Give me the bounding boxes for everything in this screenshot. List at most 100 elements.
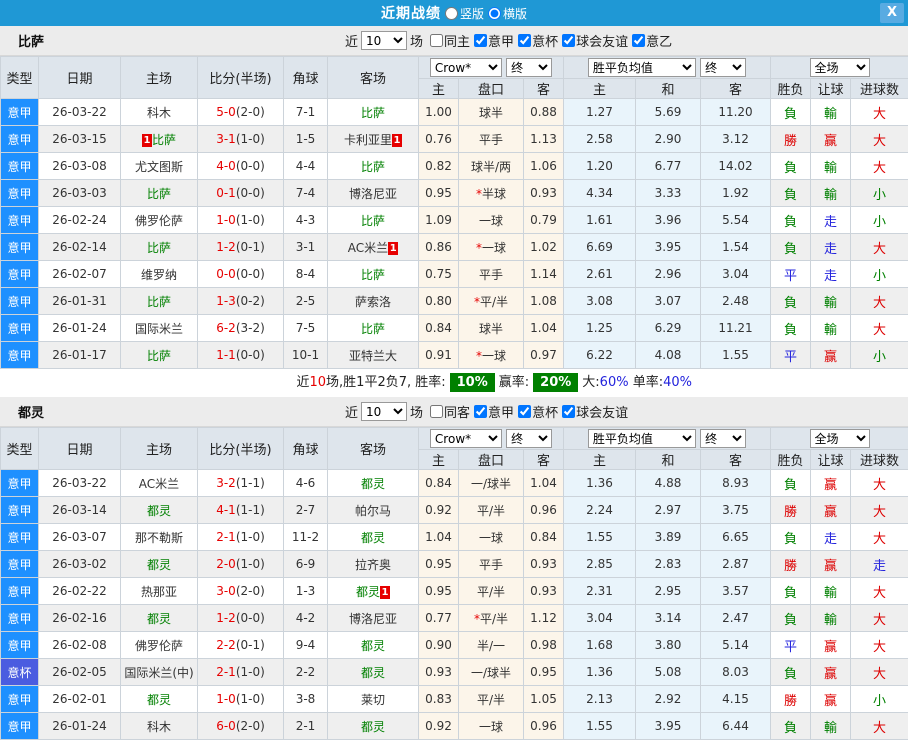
col-avg-draw: 和 <box>635 449 701 470</box>
date-cell: 26-03-14 <box>38 496 121 524</box>
handicap-label: 平/半 <box>476 503 506 518</box>
result-goals-cell: 大 <box>849 469 908 497</box>
odds-final-select[interactable]: 终 <box>506 58 553 77</box>
team-label: 都灵 <box>146 611 171 626</box>
avg-final-select[interactable]: 终 <box>700 58 747 77</box>
col-avg-away: 客 <box>700 449 771 470</box>
filter-near-label: 近 <box>345 406 359 421</box>
col-corner: 角球 <box>283 56 328 99</box>
filter-checkbox[interactable] <box>562 34 576 47</box>
result-handicap-cell: 赢 <box>810 550 851 578</box>
avg-draw-cell: 3.80 <box>635 631 701 659</box>
close-button[interactable]: X <box>880 3 904 23</box>
date-cell: 26-03-03 <box>38 179 121 207</box>
col-away: 客场 <box>327 56 419 99</box>
full-match-select[interactable]: 全场 <box>809 429 870 448</box>
match-type-cell: 意甲 <box>0 233 39 261</box>
match-type-cell: 意甲 <box>0 206 39 234</box>
result-wl-cell: 負 <box>770 152 811 180</box>
odds-home-cell: 0.80 <box>418 287 459 315</box>
match-type-cell: 意甲 <box>0 469 39 497</box>
odds-home-cell: 0.77 <box>418 604 459 632</box>
team-label: 那不勒斯 <box>134 530 183 545</box>
odds-source-select[interactable]: Crow* <box>429 58 502 77</box>
filter-option-同主[interactable]: 同主 <box>426 31 470 50</box>
result-handicap-cell: 輸 <box>810 179 851 207</box>
result-handicap-cell: 赢 <box>810 496 851 524</box>
col-away: 客场 <box>327 427 419 470</box>
team-label: 都灵 <box>146 557 171 572</box>
filter-checkbox[interactable] <box>430 405 444 418</box>
col-handicap: 盘口 <box>458 449 524 470</box>
team-label: 科木 <box>146 719 171 734</box>
avg-away-cell: 11.21 <box>700 314 771 342</box>
filter-option-球会友谊[interactable]: 球会友谊 <box>558 402 628 421</box>
filter-option-意乙[interactable]: 意乙 <box>628 31 672 50</box>
result-wl-cell: 負 <box>770 604 811 632</box>
match-row: 意甲 26-03-22 科木 5-0(2-0) 7-1 比萨 1.00 球半 0.88 1.27 5… <box>0 98 908 126</box>
handicap-label: 一球 <box>478 213 503 228</box>
odds-source-select[interactable]: Crow* <box>429 429 502 448</box>
filter-option-同客[interactable]: 同客 <box>426 402 470 421</box>
match-row: 意甲 26-03-15 1 比萨 3-1(1-0) 1-5 卡利亚里 1 0.76 平手 1.13 2… <box>0 125 908 153</box>
avg-odds-select[interactable]: 胜平负均值 <box>587 429 696 448</box>
table-header: 类型 日期 主场 比分(半场) 角球 客场 Crow* 终 胜平负均值 终 全场 <box>0 427 908 470</box>
col-avg-draw: 和 <box>635 78 701 99</box>
filter-checkbox[interactable] <box>474 34 488 47</box>
result-handicap-cell: 赢 <box>810 631 851 659</box>
odds-final-select[interactable]: 终 <box>506 429 553 448</box>
away-team-cell: 比萨 <box>327 152 419 180</box>
avg-draw-cell: 4.88 <box>635 469 701 497</box>
match-type-cell: 意甲 <box>0 604 39 632</box>
filter-checkbox[interactable] <box>474 405 488 418</box>
recent-count-select[interactable]: 10 <box>361 402 408 421</box>
odds-away-cell: 1.14 <box>523 260 564 288</box>
date-cell: 26-01-24 <box>38 314 121 342</box>
avg-home-cell: 2.61 <box>563 260 636 288</box>
result-handicap-cell: 赢 <box>810 125 851 153</box>
filter-option-球会友谊[interactable]: 球会友谊 <box>558 31 628 50</box>
filter-option-意甲[interactable]: 意甲 <box>470 402 514 421</box>
col-avg-home: 主 <box>563 449 636 470</box>
handicap-cell: 平/半 <box>458 496 524 524</box>
filter-option-意杯[interactable]: 意杯 <box>514 31 558 50</box>
avg-final-select[interactable]: 终 <box>700 429 747 448</box>
full-match-select[interactable]: 全场 <box>809 58 870 77</box>
layout-vertical-option[interactable]: 竖版 <box>444 5 484 22</box>
summary-segment: 赢率: <box>498 375 530 390</box>
match-row: 意甲 26-03-14 都灵 4-1(1-1) 2-7 帕尔马 0.92 平/半 0.96 2.2… <box>0 496 908 524</box>
team-section-bar-torino: 都灵 近 10 场 同客 意甲 意杯 球会友谊 <box>0 397 908 427</box>
result-wl-cell: 平 <box>770 260 811 288</box>
filter-option-意甲[interactable]: 意甲 <box>470 31 514 50</box>
vertical-radio[interactable] <box>444 6 458 20</box>
half-score: (1-1) <box>235 503 265 517</box>
away-team-cell: 比萨 <box>327 314 419 342</box>
filter-checkbox[interactable] <box>562 405 576 418</box>
recent-count-select[interactable]: 10 <box>361 31 408 50</box>
filter-checkbox[interactable] <box>430 34 444 47</box>
away-team-cell: 亚特兰大 <box>327 341 419 369</box>
handicap-cell: *平/半 <box>458 604 524 632</box>
col-score: 比分(半场) <box>197 427 284 470</box>
odds-home-cell: 0.95 <box>418 550 459 578</box>
match-row: 意甲 26-01-31 比萨 1-3(0-2) 2-5 萨索洛 0.80 *平/半 1.08 3.… <box>0 287 908 315</box>
half-score: (1-0) <box>235 665 265 679</box>
team-label: 佛罗伦萨 <box>134 638 183 653</box>
avg-odds-select[interactable]: 胜平负均值 <box>587 58 696 77</box>
filter-checkbox[interactable] <box>518 34 532 47</box>
horizontal-radio[interactable] <box>488 6 501 20</box>
result-goals-cell: 大 <box>849 152 908 180</box>
filter-checkbox[interactable] <box>518 405 532 418</box>
col-result-goals: 进球数 <box>849 78 908 99</box>
layout-horizontal-option[interactable]: 横版 <box>488 5 527 22</box>
filter-option-意杯[interactable]: 意杯 <box>514 402 558 421</box>
handicap-cell: *平/半 <box>458 287 524 315</box>
handicap-label: 平/半 <box>476 584 506 599</box>
filter-checkbox[interactable] <box>632 34 646 47</box>
odds-home-cell: 1.09 <box>418 206 459 234</box>
match-row: 意甲 26-02-24 佛罗伦萨 1-0(1-0) 4-3 比萨 1.09 一球 0.79 1.6… <box>0 206 908 234</box>
away-team-cell: 帕尔马 <box>327 496 419 524</box>
team-label: 国际米兰 <box>134 321 183 336</box>
match-type-cell: 意甲 <box>0 152 39 180</box>
handicap-label: 平手 <box>478 267 503 282</box>
